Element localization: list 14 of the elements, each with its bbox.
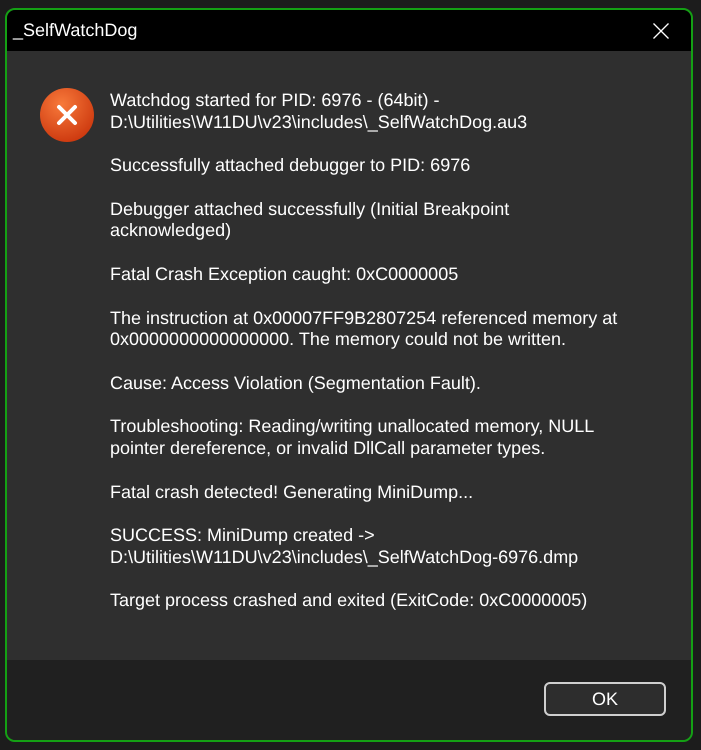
error-icon [40, 88, 94, 142]
message-text: Debugger attached successfully (Initial Breakpoint acknowledged) [110, 198, 510, 242]
message-text: Watchdog started for PID: 6976 - (64bit) - D:\Utilities\W11DU\v23\includes\_SelfWatchDog.au3 [110, 90, 528, 134]
window-title: _SelfWatchDog [13, 20, 138, 41]
message-text: Fatal crash detected! Generating MiniDump... [110, 482, 474, 504]
close-icon[interactable] [653, 22, 669, 38]
message-text: Target process crashed and exited (ExitCode: 0xC0000005) [110, 590, 588, 612]
message-text: Cause: Access Violation (Segmentation Fault). [110, 372, 482, 394]
message-text: Fatal Crash Exception caught: 0xC0000005 [110, 264, 460, 286]
message-text: SUCCESS: MiniDump created -> D:\Utilities\W11DU\v23\includes\_SelfWatchDog-6976.dmp [110, 525, 580, 568]
ok-button[interactable]: OK [544, 682, 666, 716]
message-text: Troubleshooting: Reading/writing unallocated memory, NULL pointer dereference, or invalid DllCall parameter types. [110, 416, 595, 460]
message-text: Successfully attached debugger to PID: 6976 [110, 155, 472, 177]
message-text: The instruction at 0x00007FF9B2807254 referenced memory at 0x0000000000000000. The memory could not be written. [110, 308, 618, 351]
